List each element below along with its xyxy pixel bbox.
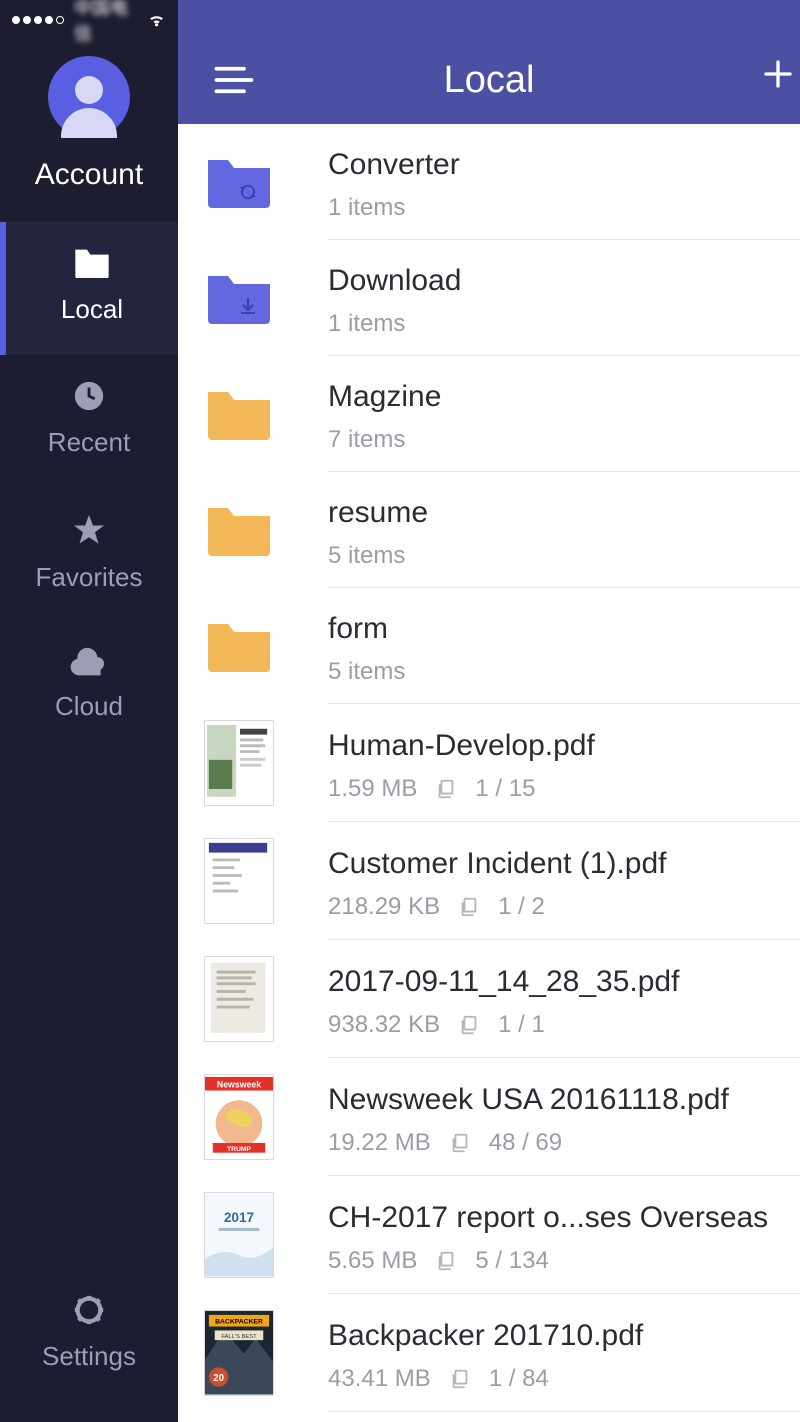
file-size: 1.59 MB — [328, 775, 417, 803]
list-item[interactable]: Human-Develop.pdf 1.59 MB 1 / 15 — [178, 704, 800, 822]
folder-icon — [204, 494, 274, 566]
file-size: 43.41 MB — [328, 1365, 431, 1393]
wifi-icon — [147, 9, 166, 31]
header: Local — [178, 0, 800, 124]
page-count: 1 / 1 — [498, 1011, 545, 1039]
list-item[interactable]: NewsweekTRUMP Newsweek USA 20161118.pdf … — [178, 1058, 800, 1176]
item-meta: 5 items — [328, 542, 405, 570]
list-item[interactable]: Customer Incident (1).pdf 218.29 KB 1 / … — [178, 822, 800, 940]
sidebar-item-settings[interactable]: Settings — [0, 1269, 178, 1402]
item-name: Magzine — [328, 380, 800, 414]
list-item[interactable]: Converter 1 items — [178, 124, 800, 240]
sidebar-item-local[interactable]: Local — [0, 222, 178, 355]
plus-icon — [762, 58, 794, 90]
pages-icon — [458, 896, 480, 918]
item-name: resume — [328, 496, 800, 530]
sidebar: 中国电信 Account Local Recent Favorites Clou… — [0, 0, 178, 1422]
file-list[interactable]: Converter 1 items Download 1 items Magzi… — [178, 124, 800, 1422]
add-button[interactable] — [762, 52, 800, 102]
item-meta: 5 items — [328, 658, 405, 686]
folder-icon — [204, 262, 274, 334]
item-meta: 1 items — [328, 194, 405, 222]
folder-icon — [204, 610, 274, 682]
svg-text:BACKPACKER: BACKPACKER — [215, 1319, 263, 1326]
pdf-thumbnail — [204, 720, 274, 806]
svg-text:Newsweek: Newsweek — [217, 1080, 261, 1090]
main-panel: Local Converter 1 items Download 1 items… — [178, 0, 800, 1422]
cloud-icon — [0, 647, 178, 677]
page-count: 48 / 69 — [489, 1129, 562, 1157]
file-size: 5.65 MB — [328, 1247, 417, 1275]
clock-icon — [0, 379, 178, 413]
item-meta: 7 items — [328, 426, 405, 454]
list-item[interactable]: BACKPACKER FALL'S BEST 20 Backpacker 20171… — [178, 1294, 800, 1412]
file-size: 19.22 MB — [328, 1129, 431, 1157]
account-label: Account — [0, 158, 178, 192]
pages-icon — [435, 1250, 457, 1272]
menu-button[interactable] — [178, 65, 284, 102]
svg-text:20: 20 — [213, 1373, 224, 1384]
list-item[interactable]: Download 1 items — [178, 240, 800, 356]
item-name: CH-2017 report o...ses Overseas — [328, 1201, 800, 1235]
sidebar-item-cloud[interactable]: Cloud — [0, 623, 178, 752]
list-item[interactable]: 2017-09-11_14_28_35.pdf 938.32 KB 1 / 1 — [178, 940, 800, 1058]
folder-icon — [204, 146, 274, 218]
list-item[interactable]: resume 5 items — [178, 472, 800, 588]
item-name: Backpacker 201710.pdf — [328, 1319, 800, 1353]
item-name: form — [328, 612, 800, 646]
item-meta: 1 items — [328, 310, 405, 338]
star-icon — [0, 512, 178, 548]
item-name: 2017-09-11_14_28_35.pdf — [328, 965, 800, 999]
svg-text:TRUMP: TRUMP — [227, 1146, 252, 1153]
svg-text:2017: 2017 — [224, 1210, 254, 1225]
page-count: 1 / 84 — [489, 1365, 549, 1393]
file-size: 218.29 KB — [328, 893, 440, 921]
hamburger-icon — [214, 65, 254, 95]
pdf-thumbnail: Newsweek TRUMP — [204, 1074, 274, 1160]
sidebar-item-favorites[interactable]: Favorites — [0, 488, 178, 623]
list-item[interactable]: 2017 CH-2017 report o...ses Overseas 5.6… — [178, 1176, 800, 1294]
item-name: Customer Incident (1).pdf — [328, 847, 800, 881]
carrier-text: 中国电信 — [74, 0, 137, 46]
page-count: 1 / 2 — [498, 893, 545, 921]
pdf-thumbnail: 2017 — [204, 1192, 274, 1278]
gear-icon — [0, 1293, 178, 1327]
pages-icon — [449, 1368, 471, 1390]
file-size: 938.32 KB — [328, 1011, 440, 1039]
page-title: Local — [444, 59, 535, 102]
item-name: Converter — [328, 148, 800, 182]
pdf-thumbnail — [204, 838, 274, 924]
pages-icon — [449, 1132, 471, 1154]
item-name: Download — [328, 264, 800, 298]
pdf-thumbnail — [204, 956, 274, 1042]
pages-icon — [458, 1014, 480, 1036]
item-name: Human-Develop.pdf — [328, 729, 800, 763]
sidebar-item-recent[interactable]: Recent — [0, 355, 178, 488]
pdf-thumbnail: BACKPACKER FALL'S BEST 20 — [204, 1310, 274, 1396]
page-count: 5 / 134 — [475, 1247, 548, 1275]
list-item[interactable]: Magzine 7 items — [178, 356, 800, 472]
signal-dots-icon — [12, 16, 64, 24]
folder-icon — [6, 246, 178, 280]
page-count: 1 / 15 — [475, 775, 535, 803]
folder-icon — [204, 378, 274, 450]
list-item[interactable]: form 5 items — [178, 588, 800, 704]
pages-icon — [435, 778, 457, 800]
item-name: Newsweek USA 20161118.pdf — [328, 1083, 800, 1117]
avatar-icon — [48, 56, 130, 138]
svg-text:FALL'S BEST: FALL'S BEST — [221, 1334, 257, 1340]
